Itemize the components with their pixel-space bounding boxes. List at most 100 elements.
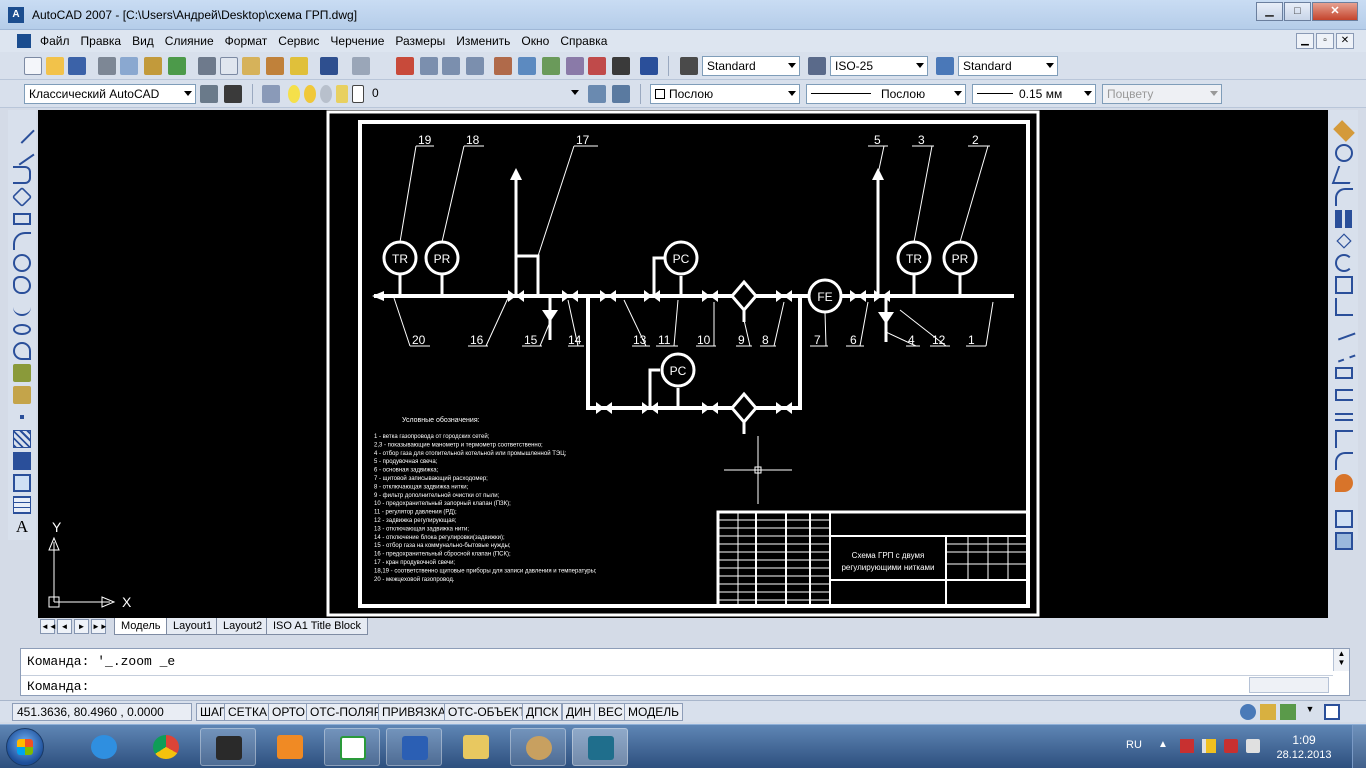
paste-icon[interactable] [242,57,260,75]
communication-center-icon[interactable] [1240,704,1256,720]
taskbar-app-green[interactable] [324,728,380,766]
copy-object-icon[interactable] [1335,144,1353,162]
layer-freeze-icon[interactable] [304,85,316,103]
status-tray-icon[interactable] [1280,704,1296,720]
lineweight-select[interactable]: 0.15 мм [972,84,1096,104]
color-select[interactable]: Послою [650,84,800,104]
revision-cloud-icon[interactable] [13,276,31,294]
taskbar-chrome[interactable] [138,728,194,766]
maximize-button[interactable]: □ [1284,2,1311,21]
network-icon[interactable] [1202,739,1216,753]
draworder-front-icon[interactable] [1335,510,1353,528]
match-properties-icon[interactable] [266,57,284,75]
line-icon[interactable] [9,118,35,144]
menu-edit[interactable]: Правка [81,34,122,48]
toolbar-lock-icon[interactable] [1260,704,1276,720]
undo-icon[interactable] [320,57,338,75]
minimize-button[interactable]: ▁ [1256,2,1283,21]
coordinate-readout[interactable]: 451.3636, 80.4960 , 0.0000 [12,703,192,721]
tray-expand-icon[interactable]: ▲ [1158,739,1172,753]
taskbar-word[interactable] [386,728,442,766]
move-icon[interactable] [1336,233,1352,249]
close-button[interactable]: ✕ [1312,2,1358,21]
doc-restore-button[interactable]: ▫ [1316,33,1334,49]
clock-time[interactable]: 1:09 [1274,733,1334,747]
command-horizontal-scrollbar[interactable] [1249,677,1329,693]
table-style-icon[interactable] [936,57,954,75]
draworder-back-icon[interactable] [1335,532,1353,550]
zoom-realtime-icon[interactable] [420,57,438,75]
menu-draw[interactable]: Черчение [330,34,384,48]
table-icon[interactable] [13,496,31,514]
scale-icon[interactable] [1335,276,1353,294]
ortho-toggle[interactable]: ОРТО [268,703,309,721]
menu-help[interactable]: Справка [560,34,607,48]
cut-icon[interactable] [198,57,216,75]
insert-block-icon[interactable] [13,364,31,382]
status-menu-icon[interactable]: ▼ [1302,704,1318,720]
menu-modify[interactable]: Изменить [456,34,510,48]
layer-previous-icon[interactable] [612,85,630,103]
open-folder-icon[interactable] [46,57,64,75]
layer-select[interactable]: 0 [368,84,582,104]
otrack-toggle[interactable]: ОТС-ОБЪЕКТ [444,703,530,721]
tool-palettes-icon[interactable] [542,57,560,75]
taskbar-paint[interactable] [510,728,566,766]
clean-screen-icon[interactable] [1324,704,1340,720]
rectangle-icon[interactable] [13,213,31,225]
stretch-icon[interactable] [1335,298,1353,316]
taskbar-media-player[interactable] [262,728,318,766]
tab-layout2[interactable]: Layout2 [216,618,270,635]
layer-lock-icon[interactable] [336,85,348,103]
lineweight-toggle[interactable]: ВЕС [594,703,627,721]
point-icon[interactable] [20,415,24,419]
break-at-point-icon[interactable] [1335,367,1353,379]
ellipse-icon[interactable] [13,324,31,335]
model-toggle[interactable]: МОДЕЛЬ [624,703,683,721]
calculator-icon[interactable] [612,57,630,75]
layer-on-icon[interactable] [288,85,300,103]
security-icon[interactable] [1224,739,1238,753]
rotate-icon[interactable] [1335,254,1353,272]
make-block-icon[interactable] [13,386,31,404]
taskbar-explorer[interactable] [448,728,504,766]
menu-file[interactable]: Файл [40,34,70,48]
join-icon[interactable] [1335,413,1353,421]
zoom-window-icon[interactable] [442,57,460,75]
block-editor-icon[interactable] [290,57,308,75]
layer-viewport-icon[interactable] [320,85,332,103]
circle-icon[interactable] [13,254,31,272]
action-center-icon[interactable] [1180,739,1194,753]
workspace-settings-icon[interactable] [200,85,218,103]
linetype-select[interactable]: Послою [806,84,966,104]
publish-icon[interactable] [144,57,162,75]
hatch-icon[interactable] [13,430,31,448]
tab-layout1[interactable]: Layout1 [166,618,220,635]
extend-icon[interactable] [1332,339,1356,363]
chamfer-icon[interactable] [1335,430,1353,448]
markup-icon[interactable] [588,57,606,75]
language-indicator[interactable]: RU [1126,739,1142,751]
layer-manager-icon[interactable] [262,85,280,103]
plot-icon[interactable] [168,57,186,75]
taskbar-internet-explorer[interactable] [76,728,132,766]
osnap-toggle[interactable]: ПРИВЯЗКА [378,703,450,721]
design-center-icon[interactable] [518,57,536,75]
spline-icon[interactable] [13,298,31,316]
redo-icon[interactable] [352,57,370,75]
menu-view[interactable]: Вид [132,34,154,48]
taskbar-autocad[interactable] [572,728,628,766]
arc-icon[interactable] [13,232,31,250]
dimension-style-icon[interactable] [808,57,826,75]
help-icon[interactable] [640,57,658,75]
ellipse-arc-icon[interactable] [13,342,31,360]
text-style-icon[interactable] [680,57,698,75]
text-style-select[interactable]: Standard [702,56,800,76]
save-icon[interactable] [68,57,86,75]
menu-tools[interactable]: Сервис [278,34,319,48]
start-button[interactable] [6,728,44,766]
sheet-set-icon[interactable] [566,57,584,75]
prev-tab-button[interactable]: ◄ [57,619,72,634]
make-layer-current-icon[interactable] [588,85,606,103]
new-icon[interactable] [24,57,42,75]
